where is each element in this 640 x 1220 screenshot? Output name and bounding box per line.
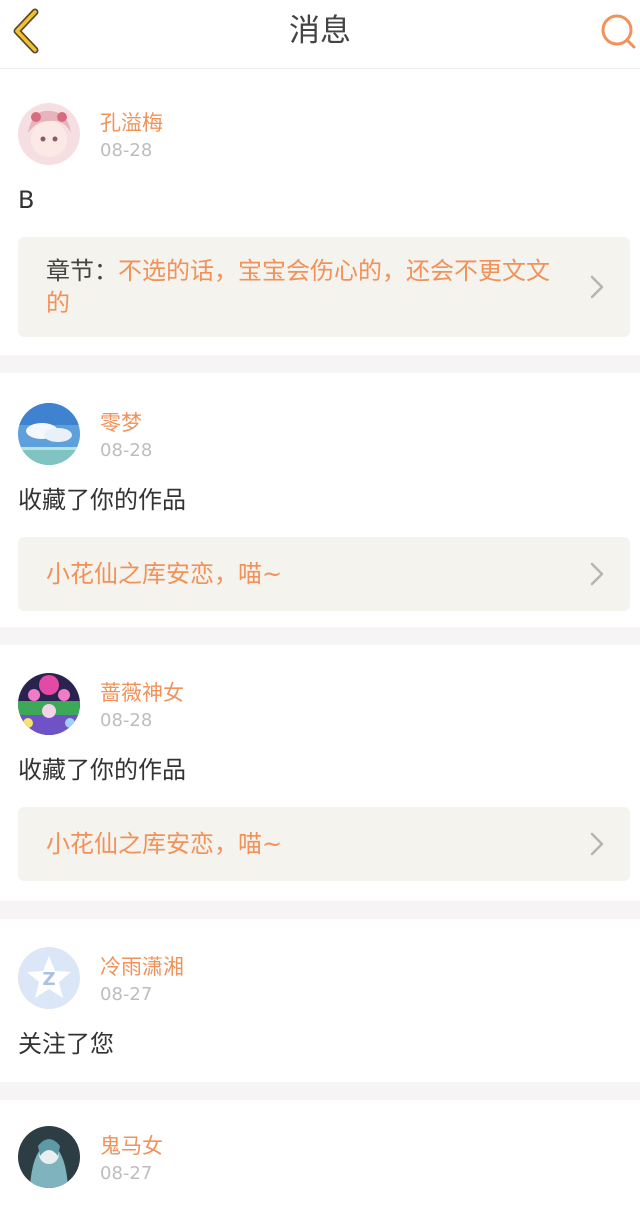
avatar[interactable] (18, 1126, 80, 1188)
divider (0, 355, 640, 373)
divider (0, 1082, 640, 1100)
divider (0, 901, 640, 919)
chapter-link[interactable]: 章节：不选的话，宝宝会伤心的，还会不更文文的 (18, 237, 630, 337)
work-title: 小花仙之库安恋，喵~ (46, 560, 283, 588)
chapter-title: 不选的话，宝宝会伤心的，还会不更文文的 (46, 257, 550, 317)
message-text: 收藏了你的作品 (18, 486, 186, 514)
top-bar: 消息 (0, 0, 640, 69)
timestamp: 08-28 (100, 440, 153, 461)
chevron-right-icon (590, 275, 604, 299)
message-card[interactable]: 鬼马女 08-27 (0, 1100, 640, 1220)
avatar[interactable]: Z (18, 947, 80, 1009)
search-button[interactable] (598, 12, 638, 52)
timestamp: 08-27 (100, 984, 153, 1005)
username[interactable]: 蔷薇神女 (100, 679, 184, 707)
svg-text:Z: Z (42, 969, 55, 990)
message-text: 关注了您 (18, 1030, 114, 1058)
timestamp: 08-28 (100, 140, 153, 161)
chevron-right-icon (590, 832, 604, 856)
work-title: 小花仙之库安恋，喵~ (46, 830, 283, 858)
divider (0, 627, 640, 645)
username[interactable]: 零梦 (100, 409, 152, 437)
username[interactable]: 鬼马女 (100, 1132, 163, 1160)
message-card[interactable]: 孔溢梅 08-28 B 章节：不选的话，宝宝会伤心的，还会不更文文的 (0, 69, 640, 355)
message-card[interactable]: Z 冷雨潇湘 08-27 关注了您 (0, 919, 640, 1082)
chevron-right-icon (590, 562, 604, 586)
username[interactable]: 孔溢梅 (100, 109, 163, 137)
avatar[interactable] (18, 403, 80, 465)
search-icon (601, 14, 636, 49)
message-card[interactable]: 零梦 08-28 收藏了你的作品 小花仙之库安恋，喵~ (0, 373, 640, 627)
work-link[interactable]: 小花仙之库安恋，喵~ (18, 807, 630, 881)
work-link[interactable]: 小花仙之库安恋，喵~ (18, 537, 630, 611)
page-title: 消息 (289, 13, 351, 49)
avatar[interactable] (18, 103, 80, 165)
timestamp: 08-28 (100, 710, 153, 731)
message-card[interactable]: 蔷薇神女 08-28 收藏了你的作品 小花仙之库安恋，喵~ (0, 645, 640, 901)
username[interactable]: 冷雨潇湘 (100, 953, 184, 981)
chapter-label: 章节： (46, 257, 118, 285)
avatar[interactable] (18, 673, 80, 735)
message-text: B (18, 186, 35, 214)
message-text: 收藏了你的作品 (18, 756, 186, 784)
timestamp: 08-27 (100, 1163, 153, 1184)
